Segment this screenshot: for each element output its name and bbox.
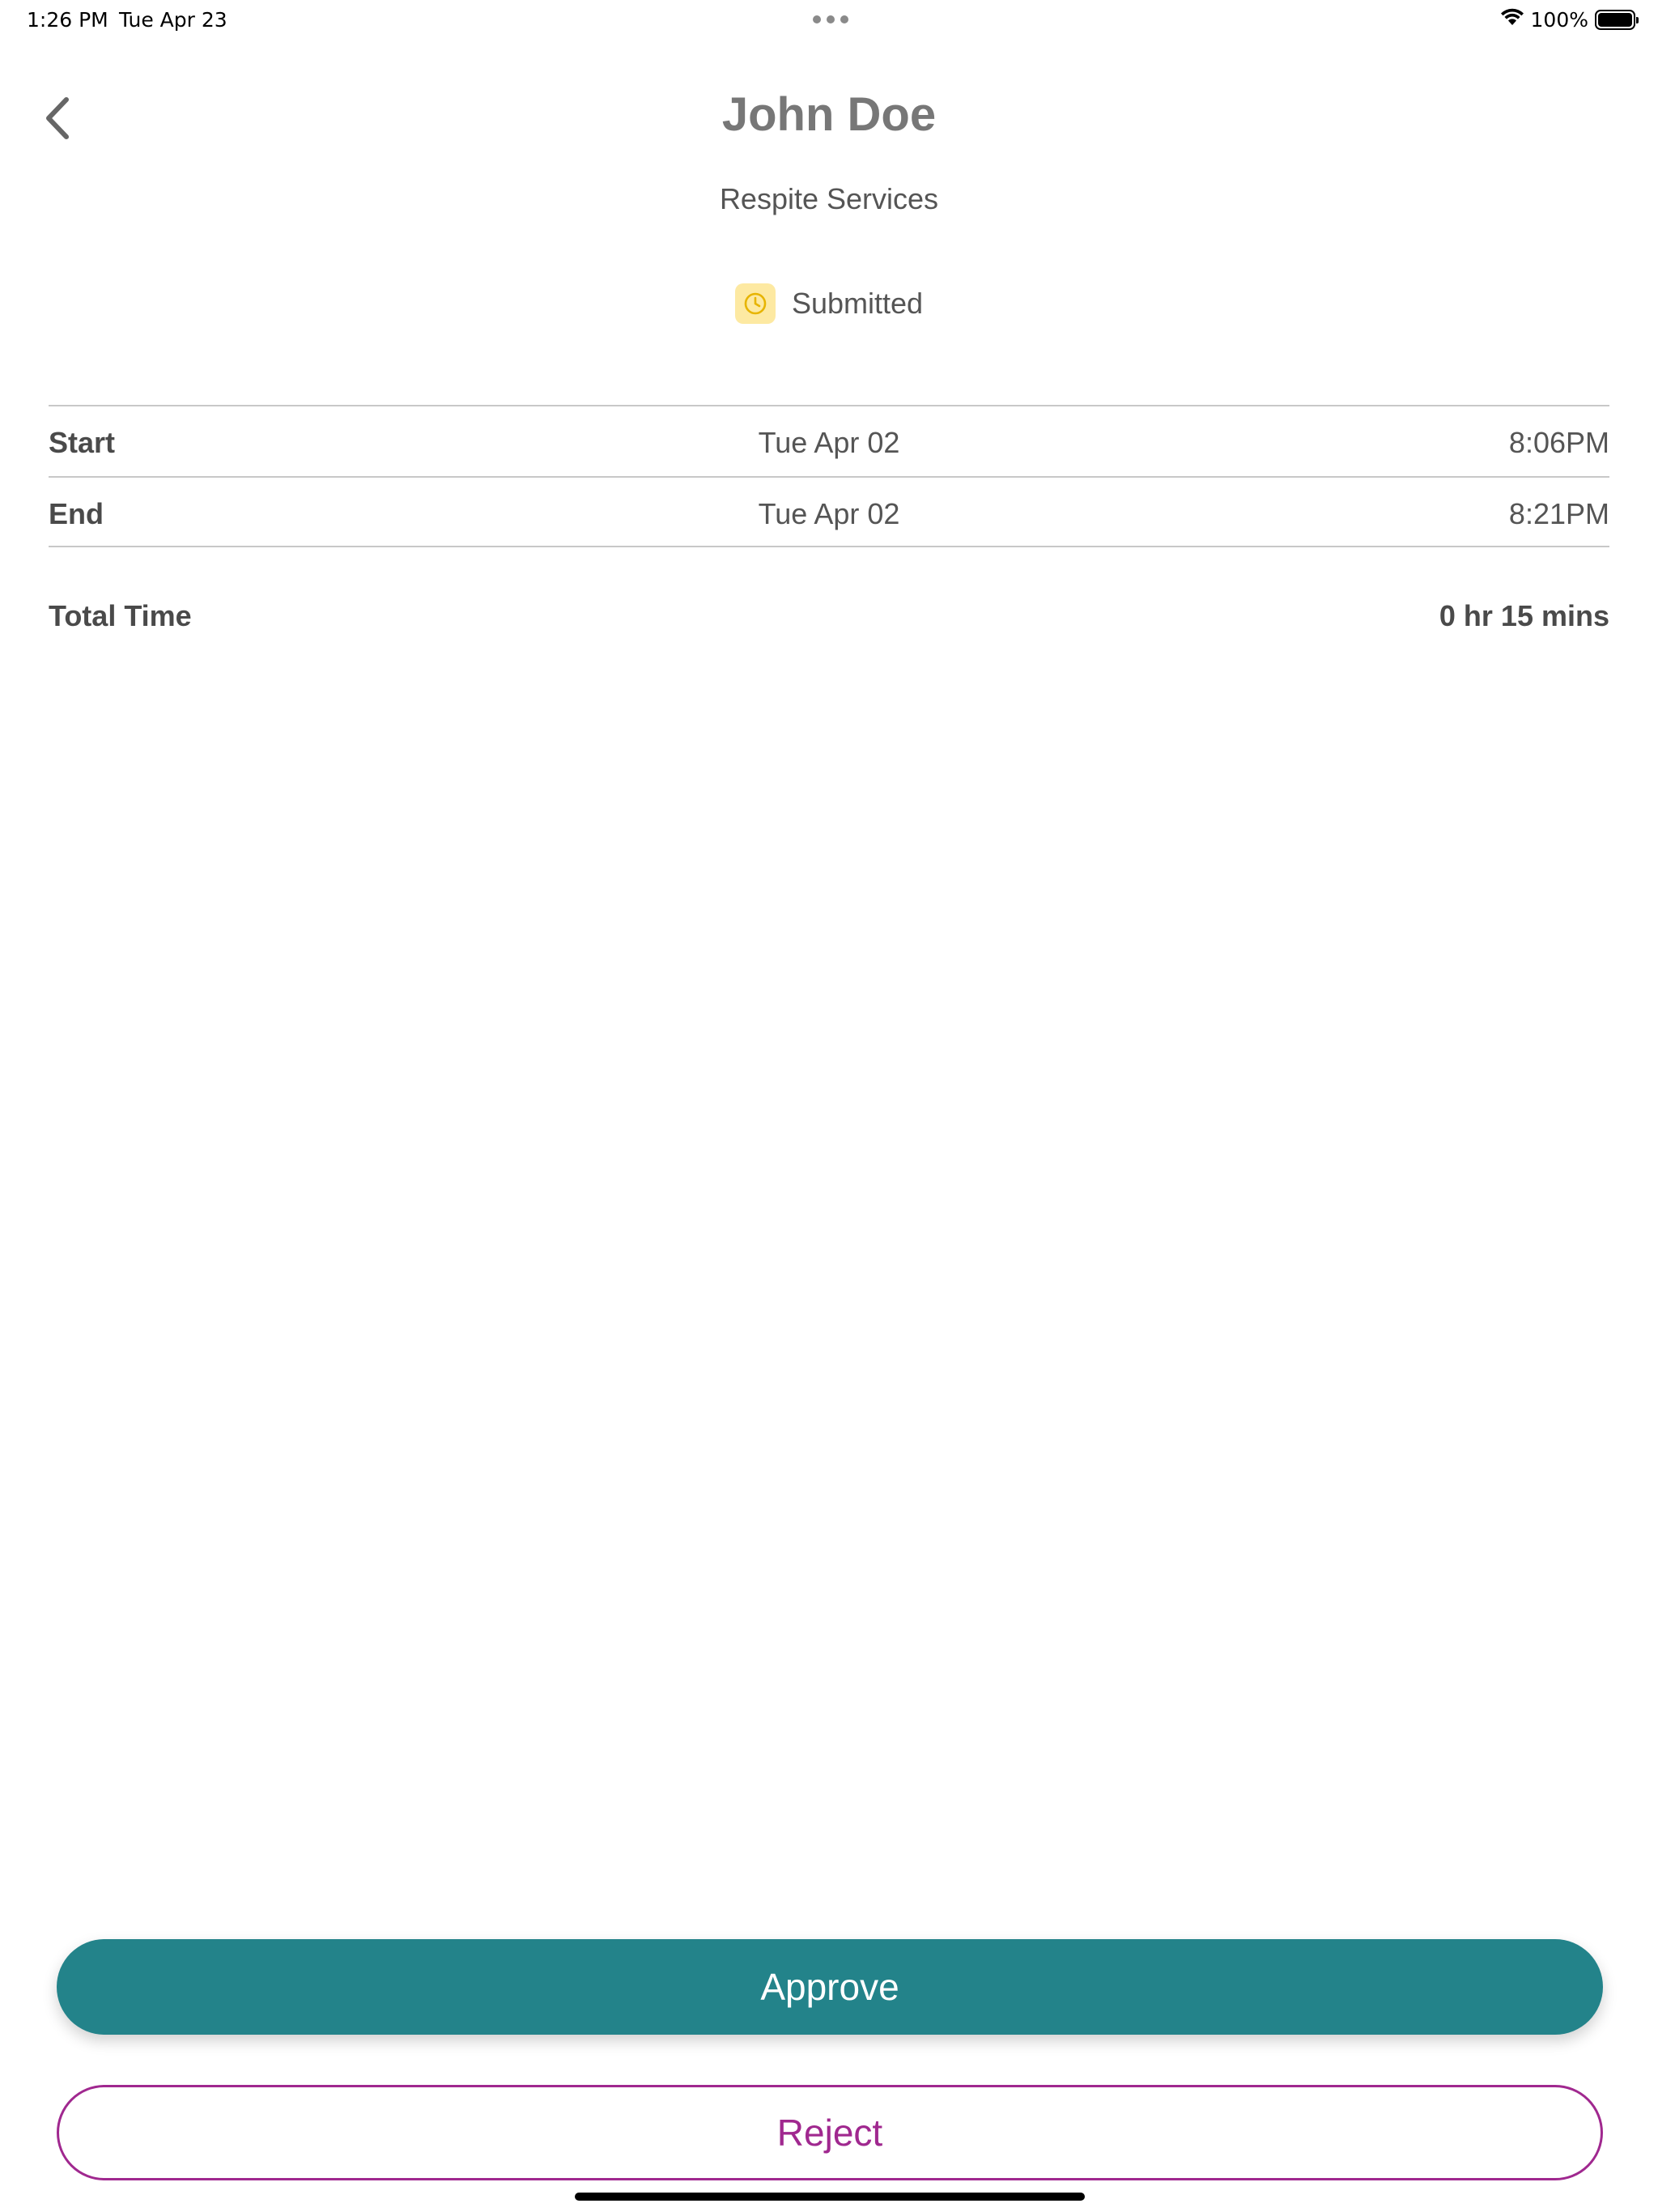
status-time: 1:26 PM [27, 8, 108, 32]
wifi-icon [1500, 7, 1524, 32]
screen: 1:26 PM Tue Apr 23 100% John Doe Respite [0, 0, 1658, 2212]
multitasking-dots-icon[interactable] [813, 15, 848, 23]
status-bar: 1:26 PM Tue Apr 23 100% [0, 0, 1658, 39]
status-badge: Submitted [0, 283, 1658, 324]
clock-icon [734, 283, 776, 324]
time-table: Start Tue Apr 02 8:06PM End Tue Apr 02 8… [49, 405, 1609, 547]
table-row-end: End Tue Apr 02 8:21PM [49, 476, 1609, 547]
row-time: 8:06PM [1508, 426, 1609, 459]
row-date: Tue Apr 02 [758, 426, 900, 459]
status-date: Tue Apr 23 [119, 8, 227, 32]
home-indicator[interactable] [575, 2193, 1085, 2201]
service-subtitle: Respite Services [719, 182, 939, 215]
reject-button[interactable]: Reject [57, 2085, 1603, 2180]
status-label: Submitted [791, 287, 924, 320]
total-time-value: 0 hr 15 mins [1439, 599, 1609, 632]
table-row-start: Start Tue Apr 02 8:06PM [49, 405, 1609, 476]
total-time-label: Total Time [49, 599, 192, 632]
battery-percent: 100% [1530, 7, 1588, 32]
status-right: 100% [1500, 7, 1639, 32]
battery-icon [1595, 9, 1639, 30]
page-title: John Doe [721, 88, 937, 141]
approve-button[interactable]: Approve [57, 1939, 1603, 2035]
row-date: Tue Apr 02 [758, 497, 900, 530]
row-time: 8:21PM [1508, 497, 1609, 530]
